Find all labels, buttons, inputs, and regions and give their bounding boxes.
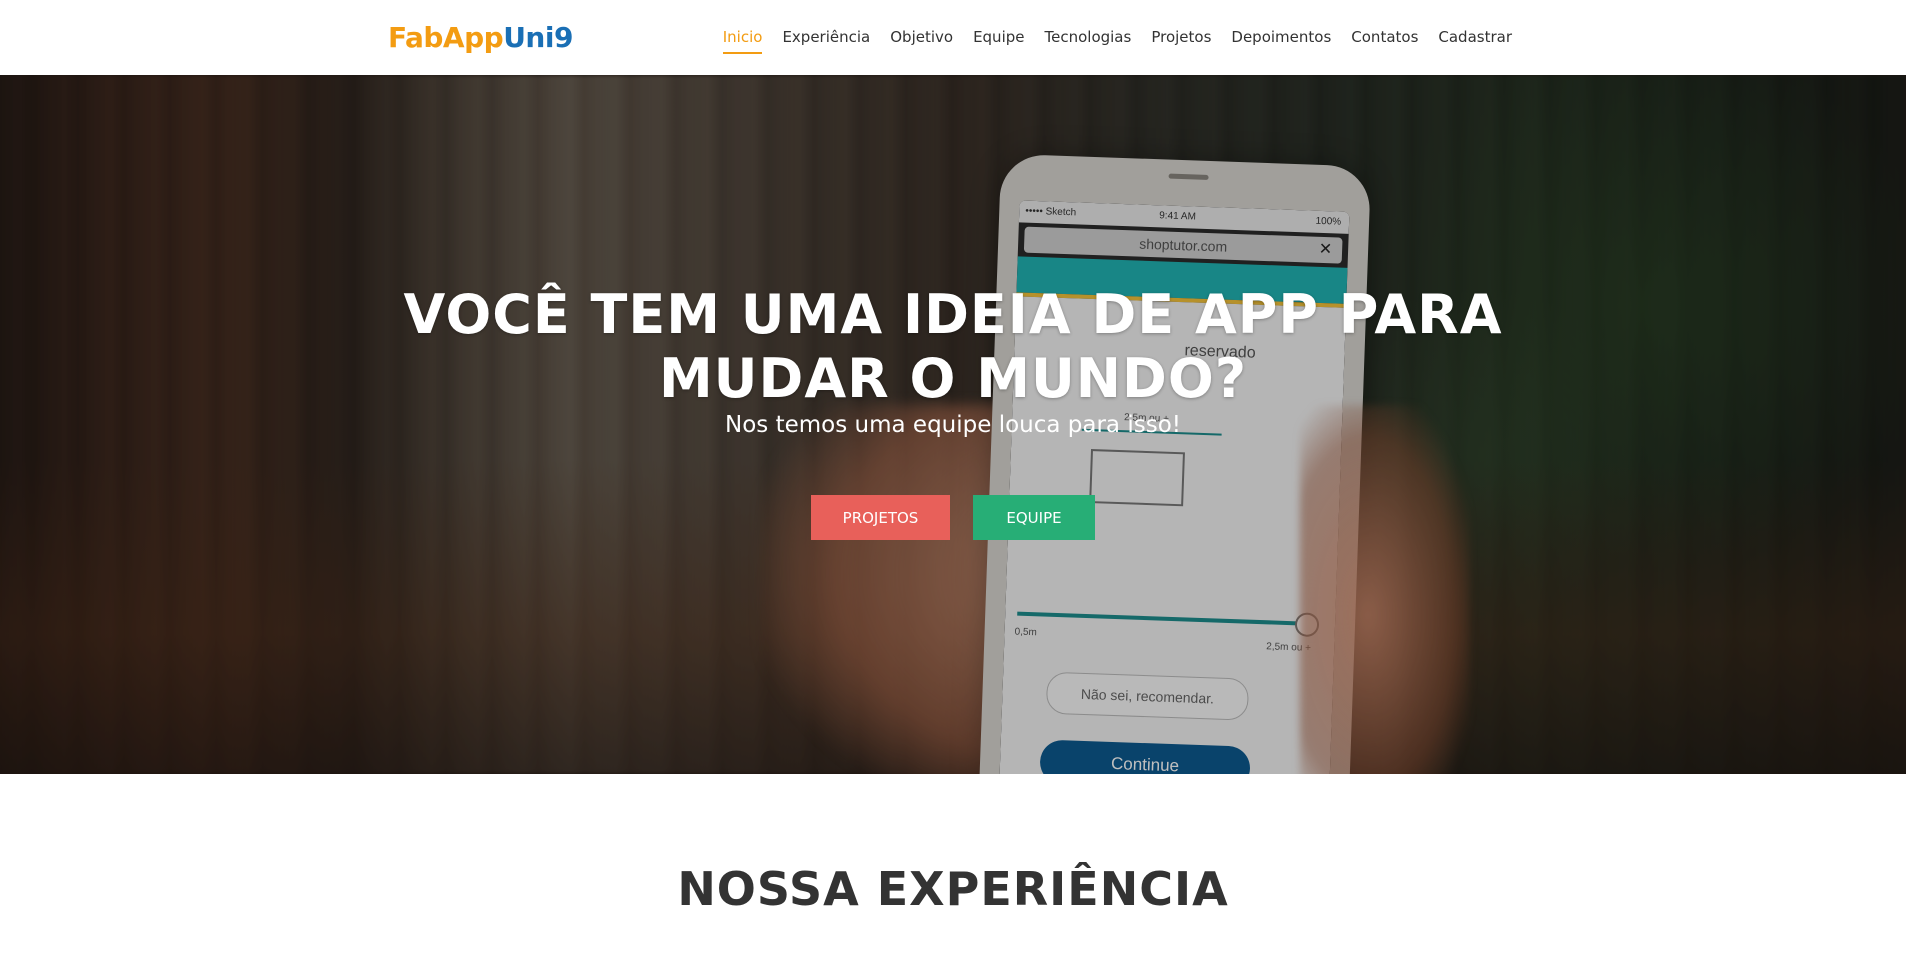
- logo-text-uni9: Uni9: [503, 21, 573, 54]
- nav-item-cadastrar[interactable]: Cadastrar: [1428, 0, 1522, 75]
- nav-item-objetivo[interactable]: Objetivo: [880, 0, 963, 75]
- nav-item-depoimentos[interactable]: Depoimentos: [1221, 0, 1341, 75]
- equipe-button[interactable]: EQUIPE: [973, 495, 1095, 540]
- nav-item-inicio[interactable]: Inicio: [713, 0, 773, 75]
- projetos-button[interactable]: PROJETOS: [811, 495, 950, 540]
- logo-text-fabapp: FabApp: [388, 21, 504, 54]
- hero-banner: ••••• Sketch 9:41 AM 100% shoptutor.com …: [0, 75, 1906, 774]
- top-navbar: FabAppUni9 Inicio Experiência Objetivo E…: [0, 0, 1906, 75]
- nav-item-contatos[interactable]: Contatos: [1341, 0, 1428, 75]
- nav-item-equipe[interactable]: Equipe: [963, 0, 1034, 75]
- brand-logo[interactable]: FabAppUni9: [388, 20, 573, 56]
- hero-title: VOCÊ TEM UMA IDEIA DE APP PARA MUDAR O M…: [403, 283, 1503, 410]
- hero-subtitle: Nos temos uma equipe louca para isso!: [725, 412, 1181, 438]
- nav-item-projetos[interactable]: Projetos: [1141, 0, 1221, 75]
- main-nav: Inicio Experiência Objetivo Equipe Tecno…: [713, 0, 1522, 75]
- nav-item-experiencia[interactable]: Experiência: [772, 0, 880, 75]
- nav-item-tecnologias[interactable]: Tecnologias: [1035, 0, 1142, 75]
- section-title-experiencia: NOSSA EXPERIÊNCIA: [677, 862, 1229, 916]
